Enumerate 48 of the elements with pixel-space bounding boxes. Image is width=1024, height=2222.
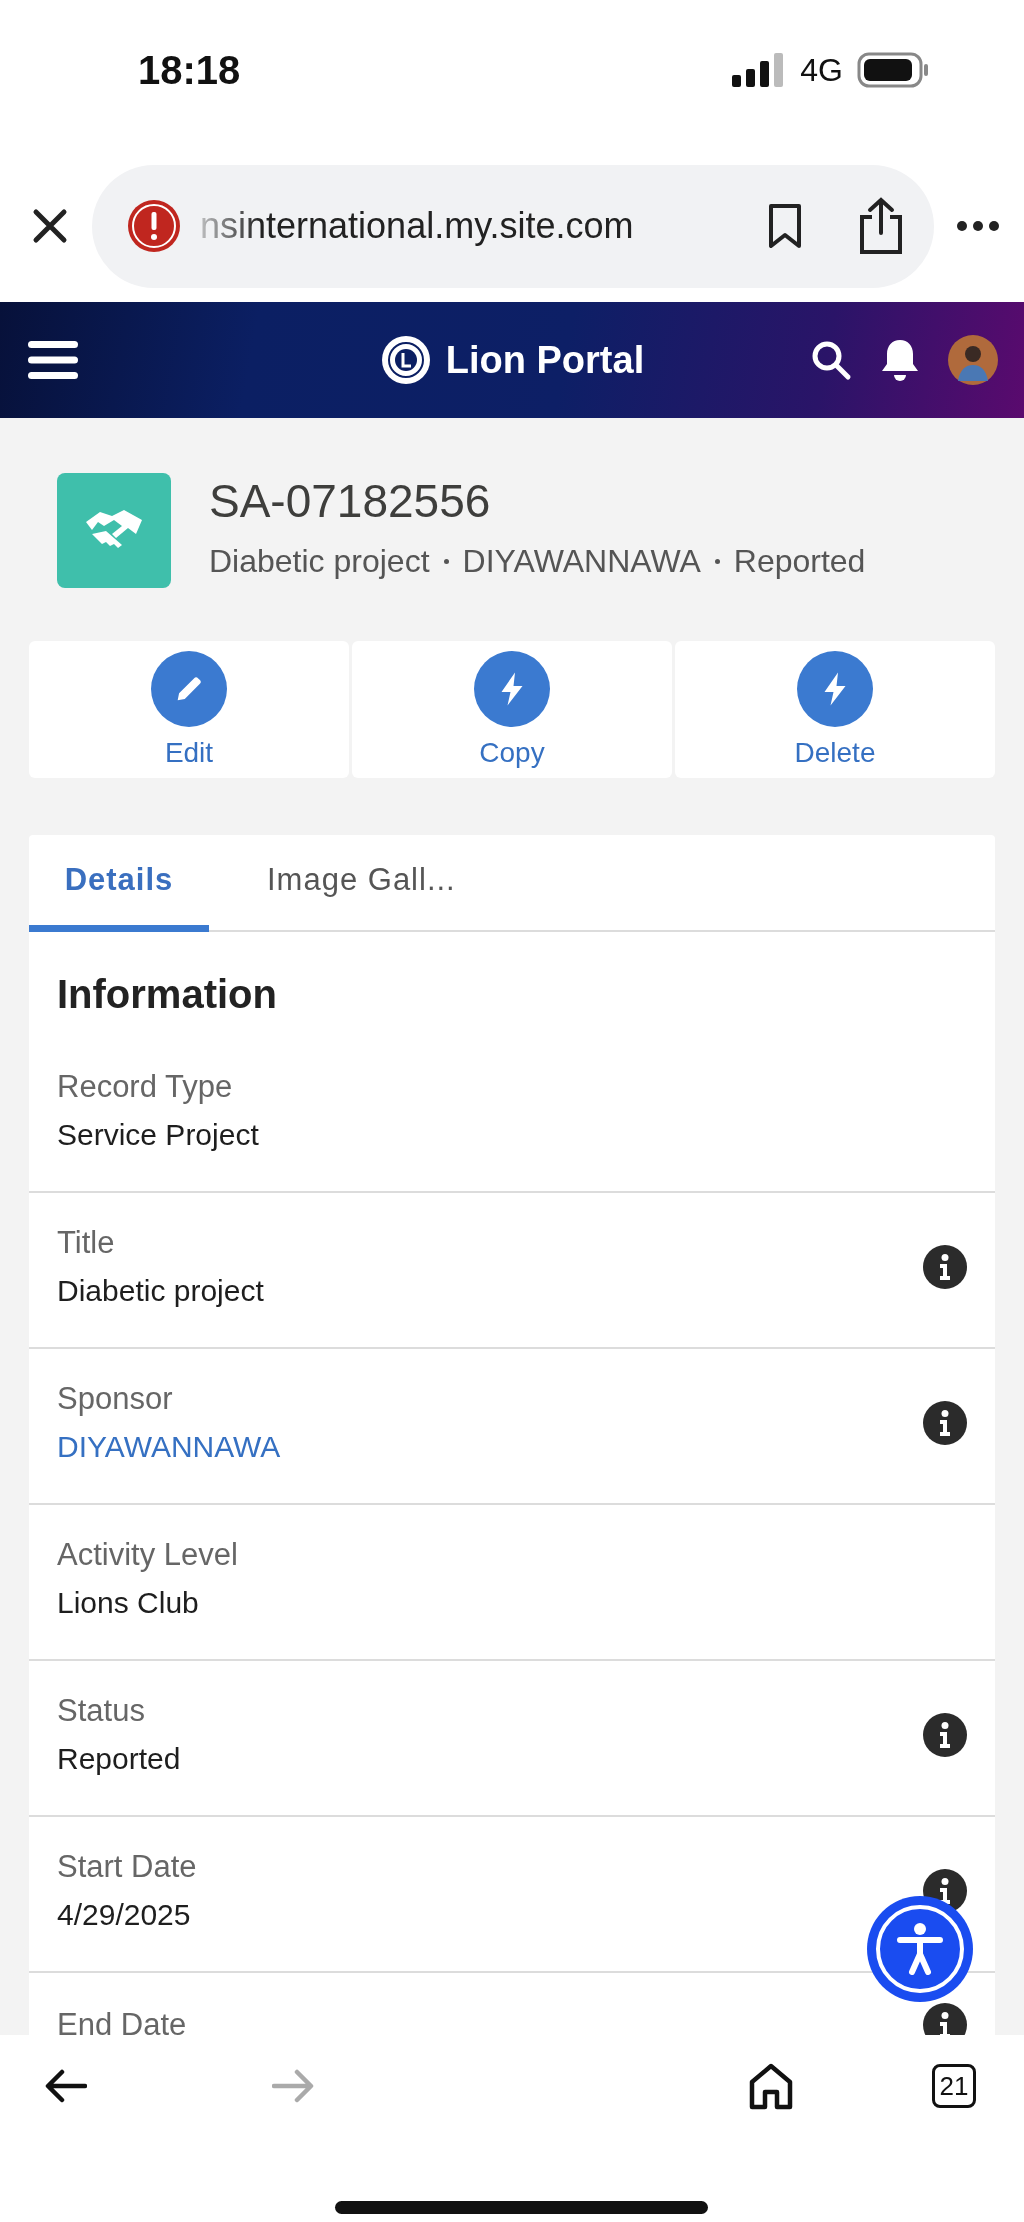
- tabs-button[interactable]: 21: [932, 2064, 976, 2108]
- section-title: Information: [56, 971, 278, 1018]
- field-value: Reported: [57, 1741, 182, 1777]
- portal-title: Lion Portal: [445, 338, 645, 382]
- more-icon[interactable]: [956, 220, 1000, 232]
- info-icon[interactable]: [923, 1713, 967, 1757]
- record-detail: DIYAWANNAWA: [462, 543, 701, 580]
- address-bar[interactable]: nsinternational.my.site.com: [92, 164, 934, 288]
- share-icon[interactable]: [858, 197, 904, 255]
- emblem-icon: [379, 334, 432, 386]
- handshake-icon: [57, 473, 171, 588]
- tab[interactable]: Image Gall...: [209, 835, 484, 932]
- action-button[interactable]: Copy: [352, 641, 672, 778]
- status-time: 18:18: [138, 47, 241, 93]
- record-detail: Reported: [733, 543, 866, 580]
- field-value: 4/29/2025: [57, 1897, 192, 1933]
- field-value: Lions Club: [57, 1585, 200, 1621]
- field-value: Service Project: [57, 1117, 260, 1153]
- record-detail: Diabetic project: [209, 543, 430, 580]
- network-type: 4G: [800, 51, 843, 89]
- home-icon[interactable]: [748, 2062, 794, 2110]
- separator-dot: [714, 559, 720, 564]
- info-icon[interactable]: [923, 2003, 967, 2035]
- field-label: Title: [57, 1224, 116, 1262]
- field-value: Diabetic project: [57, 1273, 265, 1309]
- info-icon[interactable]: [923, 1401, 967, 1445]
- bookmark-icon[interactable]: [766, 203, 804, 249]
- forward-arrow-icon: [272, 2069, 314, 2103]
- tab[interactable]: Details: [29, 835, 209, 932]
- field-label: Activity Level: [57, 1536, 239, 1574]
- action-button[interactable]: Delete: [675, 641, 995, 778]
- field-label: Sponsor: [57, 1380, 174, 1418]
- field-label: Record Type: [57, 1068, 234, 1106]
- field-label: Start Date: [57, 1848, 198, 1886]
- search-icon[interactable]: [810, 339, 852, 381]
- warning-icon: [126, 198, 182, 254]
- avatar[interactable]: [948, 335, 998, 385]
- record-id: SA-07182556: [209, 474, 492, 529]
- field-label: End Date: [57, 2006, 188, 2035]
- url-text: nsinternational.my.site.com: [200, 205, 635, 247]
- menu-icon[interactable]: [28, 341, 78, 379]
- action-button[interactable]: Edit: [29, 641, 349, 778]
- field-label: Status: [57, 1692, 146, 1730]
- info-icon[interactable]: [923, 1245, 967, 1289]
- field-link[interactable]: DIYAWANNAWA: [57, 1427, 923, 1467]
- back-arrow-icon[interactable]: [45, 2069, 87, 2103]
- battery-icon: [857, 52, 929, 88]
- separator-dot: [443, 559, 449, 564]
